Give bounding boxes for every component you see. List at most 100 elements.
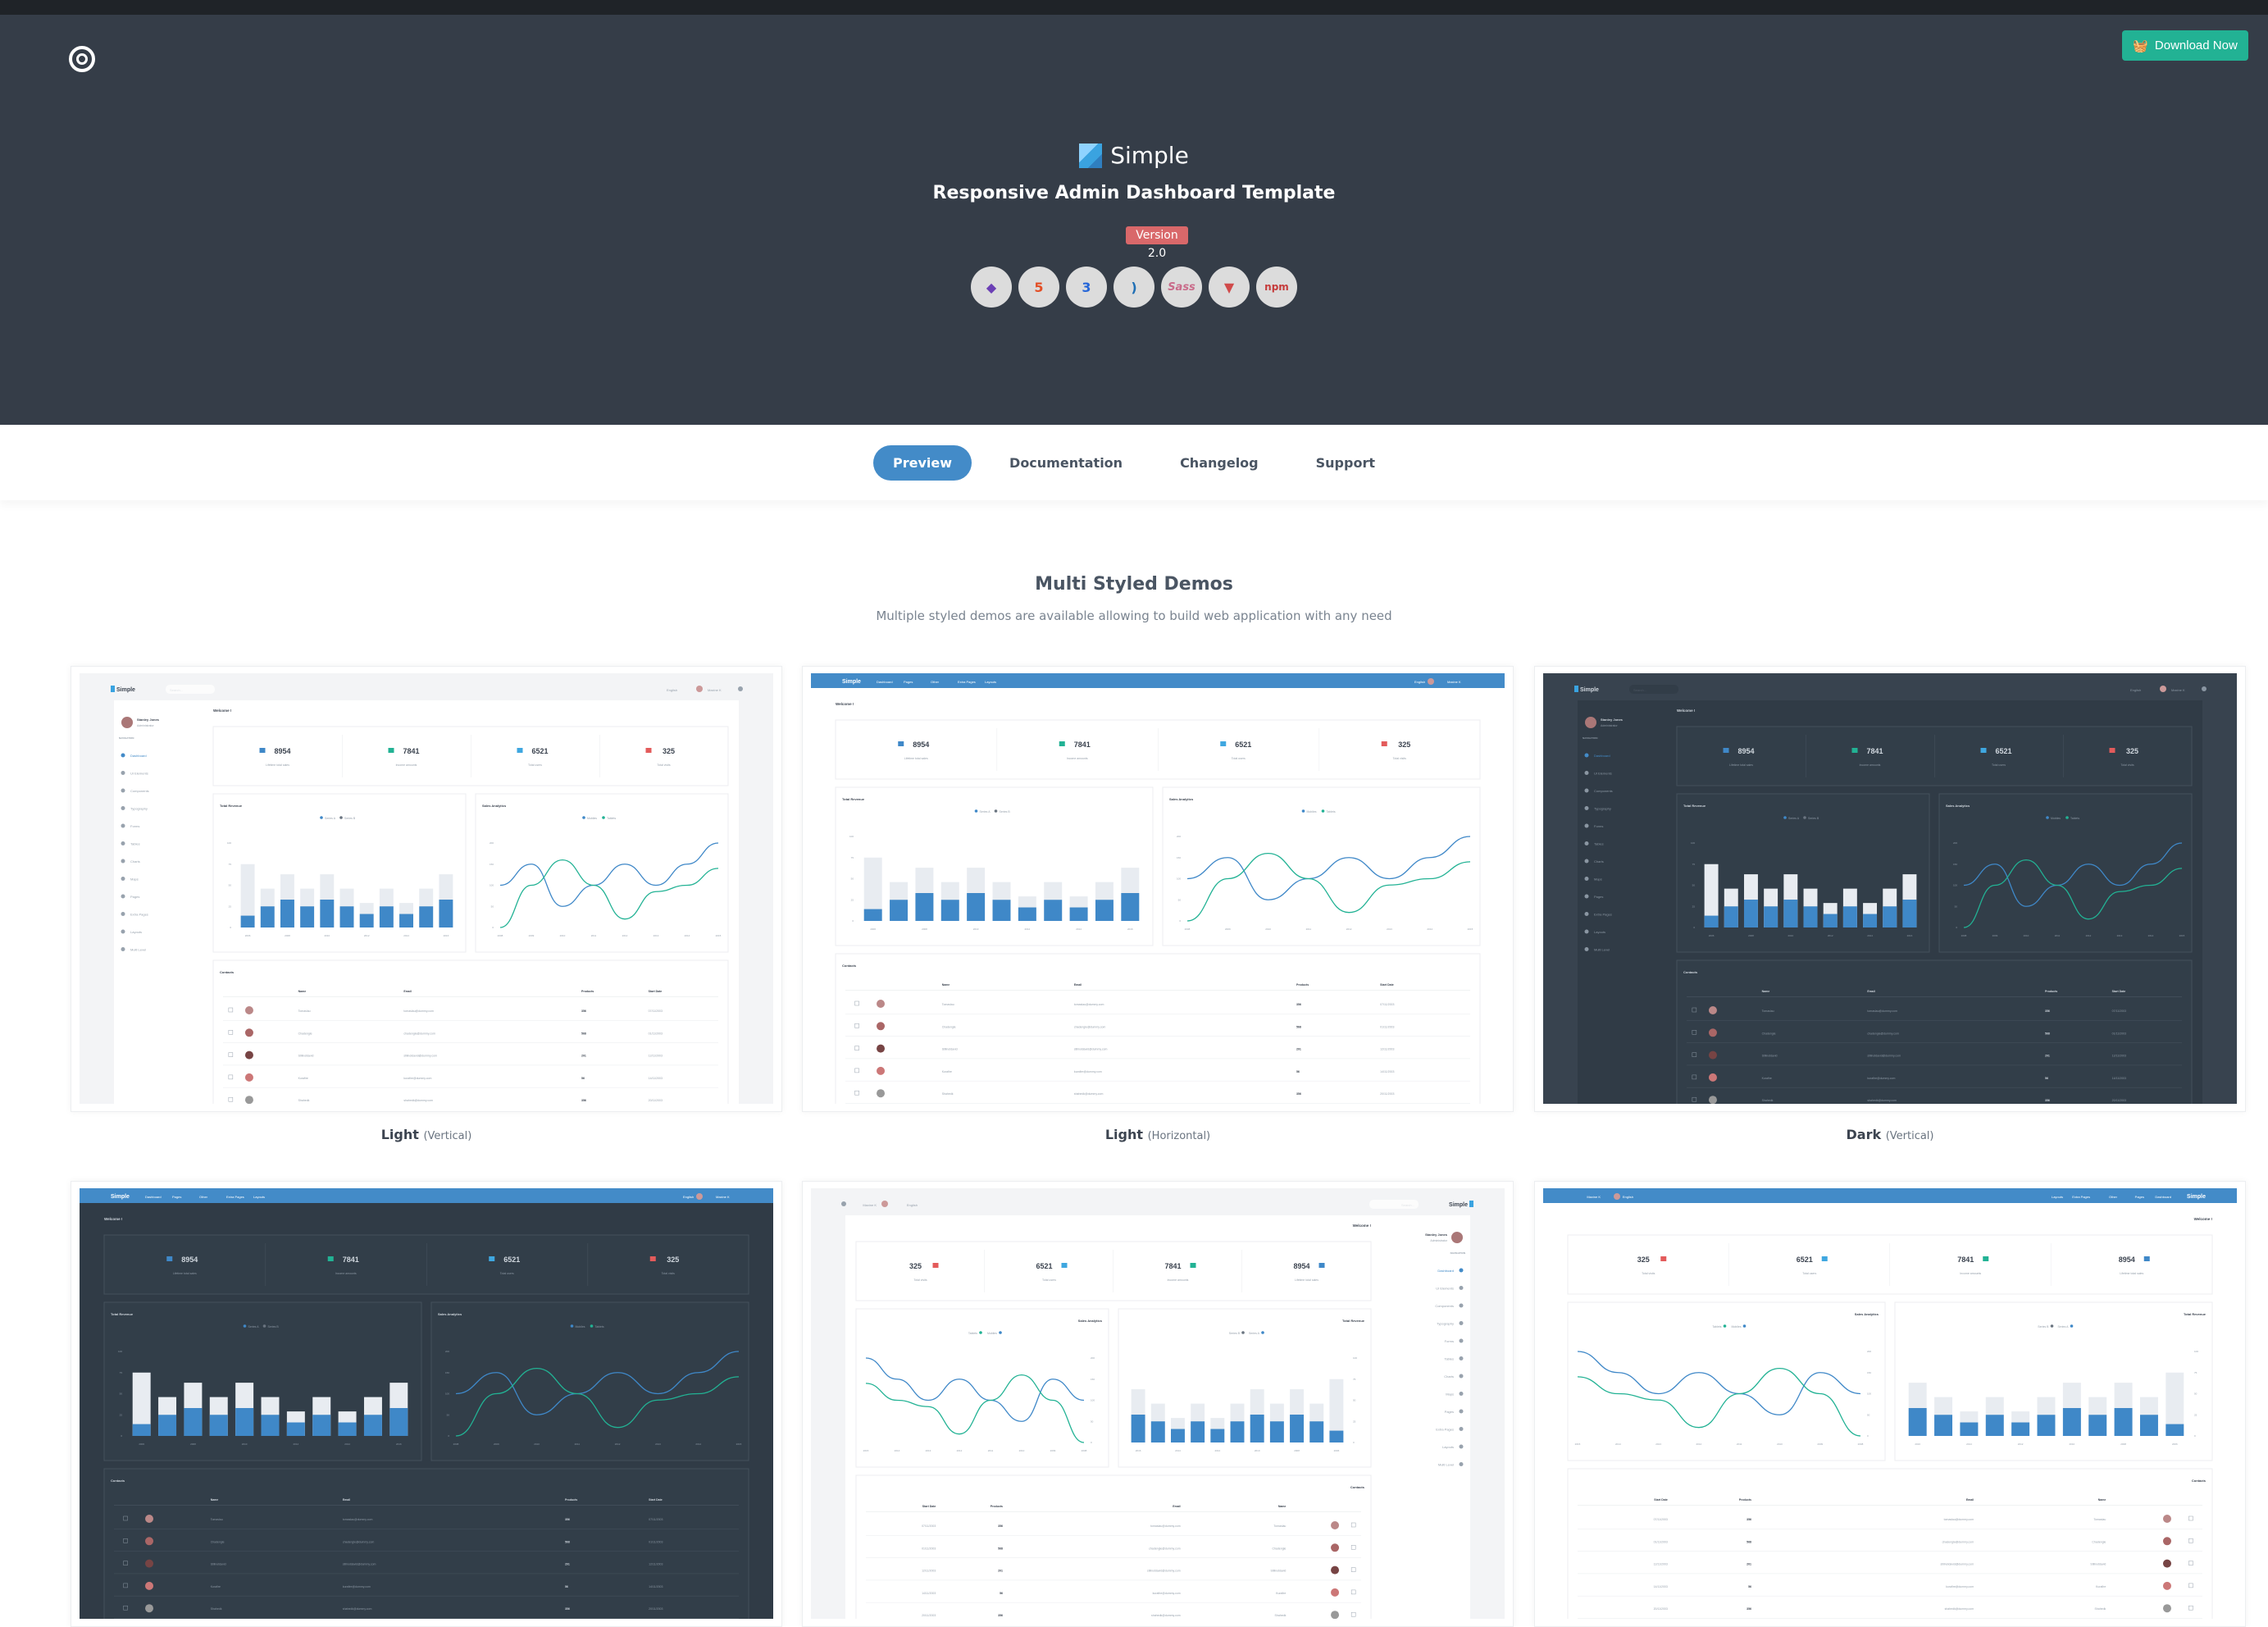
bar-series-a (399, 914, 414, 927)
stat-label: Lifetime total sales (1295, 1278, 1318, 1282)
table-cell: 56 (1000, 1592, 1003, 1595)
table-cell: tomaslau@dummy.com (343, 1518, 373, 1521)
demo-card[interactable]: SimpleSearch...EnglishMaxine KStanley Jo… (1534, 666, 2246, 1112)
y-tick-label: 150 (1091, 1378, 1095, 1381)
sidebar-item: Layouts (130, 930, 142, 934)
column-header: Start Date (649, 990, 663, 993)
stat-label: Total visits (1393, 757, 1406, 760)
sidebar-item: Dashboard (1437, 1269, 1454, 1273)
sidebar-icon (1584, 788, 1589, 793)
nav-heading: NAVIGATION (1583, 736, 1597, 740)
tab-documentation[interactable]: Documentation (990, 445, 1142, 481)
demo-card[interactable]: Simple Dashboard Pages Other Extra Pages Layo… (802, 666, 1514, 1112)
y-tick-label: 75 (120, 1371, 123, 1374)
bar-series-a (235, 1408, 254, 1436)
table-cell: 14/11/2003 (2112, 1077, 2126, 1080)
demo-label[interactable]: Dark (Vertical) (1534, 1127, 2246, 1142)
sidebar-item: Tables (130, 842, 140, 846)
table-cell: Kurafire (298, 1077, 308, 1080)
column-header: Products (1739, 1498, 1751, 1502)
x-tick-label: 2011 (591, 934, 597, 937)
table-cell: kurafire@dummy.com (1867, 1077, 1895, 1080)
x-tick-label: 2009 (1225, 927, 1231, 931)
tab-support[interactable]: Support (1296, 445, 1395, 481)
stat-value: 325 (1637, 1256, 1650, 1264)
x-tick-label: 2012 (1828, 934, 1833, 937)
top-menu-item: Other (2109, 1195, 2118, 1199)
site-logo-icon[interactable] (69, 46, 95, 72)
contact-avatar (145, 1581, 154, 1590)
header-divider (1578, 1505, 2202, 1506)
demo-card[interactable]: SimpleSearch...EnglishMaxine KStanley Jo… (802, 1181, 1514, 1627)
tab-preview[interactable]: Preview (873, 444, 972, 481)
language-select: English (683, 1195, 694, 1199)
sidebar-item: Typography (1437, 1322, 1454, 1326)
stat-label: Total users (1232, 757, 1246, 760)
contact-avatar (244, 1028, 253, 1037)
column-header: Products (565, 1498, 577, 1502)
stat-value: 8954 (913, 741, 929, 749)
x-tick-label: 2010 (534, 1442, 540, 1446)
y-tick-label: 75 (2194, 1371, 2197, 1374)
brand: Simple (1449, 1202, 1468, 1208)
table-cell: chadengle@dummy.com (403, 1032, 435, 1035)
sidebar-icon (121, 912, 125, 916)
table-cell: 356 (998, 1614, 1003, 1617)
table-cell: 07/11/2003 (649, 1009, 663, 1013)
column-header: Start Date (1380, 983, 1394, 987)
sidebar-icon (121, 859, 125, 864)
stat-value: 8954 (2119, 1256, 2135, 1264)
bar-series-a (1018, 907, 1036, 921)
column-header: Email (403, 990, 411, 993)
demo-card[interactable]: Simple Dashboard Pages Other Extra Pages Layo… (71, 1181, 782, 1627)
x-tick-label: 2010 (2024, 934, 2029, 937)
stat-value: 6521 (1995, 747, 2011, 755)
divider (2063, 735, 2064, 777)
stat-icon (2143, 1256, 2150, 1261)
bar-series-a (1191, 1421, 1205, 1442)
divider (1318, 728, 1320, 771)
bar-series-a (1329, 1430, 1344, 1442)
sidebar-icon (121, 806, 125, 810)
x-tick-label: 2012 (957, 1449, 963, 1452)
sidebar-item: Charts (1444, 1374, 1454, 1379)
demo-card[interactable]: Simple Dashboard Pages Other Extra Pages Layo… (1534, 1181, 2246, 1627)
y-tick-label: 100 (1867, 1392, 1871, 1396)
chart-title: Sales Analytics (482, 804, 507, 808)
table-cell: 356 (1296, 1092, 1301, 1096)
x-tick-label: 2008 (285, 934, 290, 937)
legend-dot (1783, 816, 1787, 819)
row-divider (1578, 1573, 2202, 1575)
download-now-button[interactable]: 🧺 Download Now (2122, 30, 2248, 61)
download-label: Download Now (2154, 39, 2238, 52)
divider (1728, 1243, 1729, 1286)
demo-card[interactable]: SimpleSearch...EnglishMaxine KStanley Jo… (71, 666, 782, 1112)
legend-label: Series A (248, 1325, 260, 1328)
legend-label: Mobiles (587, 817, 597, 820)
contact-avatar (145, 1604, 154, 1613)
table-cell: tomaslau@dummy.com (1150, 1524, 1181, 1528)
y-tick-label: 50 (491, 905, 494, 908)
legend-label: Tablets (1327, 810, 1336, 814)
x-tick-label: 2006 (245, 934, 251, 937)
table-cell: 20/11/2003 (649, 1607, 663, 1611)
tab-changelog[interactable]: Changelog (1160, 445, 1278, 481)
stat-icon (1190, 1263, 1196, 1268)
divider (587, 1243, 589, 1286)
nav-heading: NAVIGATION (1451, 1251, 1465, 1255)
table-cell: stillnotdavid@dummy.com (1867, 1055, 1901, 1058)
table-cell: 12/11/2003 (649, 1055, 663, 1058)
bar-series-a (240, 915, 255, 927)
user-menu: Maxine K (2171, 688, 2185, 692)
table-cell: 201 (565, 1563, 570, 1566)
x-tick-label: 2010 (1788, 934, 1793, 937)
top-menu-item: Other (931, 680, 940, 684)
demo-label[interactable]: Light (Vertical) (71, 1127, 782, 1142)
demo-label[interactable]: Light (Horizontal) (802, 1127, 1514, 1142)
table-cell: shahedk@dummy.com (1945, 1607, 1974, 1611)
x-tick-label: 2014 (1076, 927, 1082, 931)
table-cell: 201 (2045, 1055, 2050, 1058)
tech-icons: ◆ 5 3 ) Sass ▼ npm (0, 267, 2268, 308)
sidebar-item: Components (130, 789, 149, 793)
x-tick-label: 2016 (1915, 1442, 1920, 1446)
